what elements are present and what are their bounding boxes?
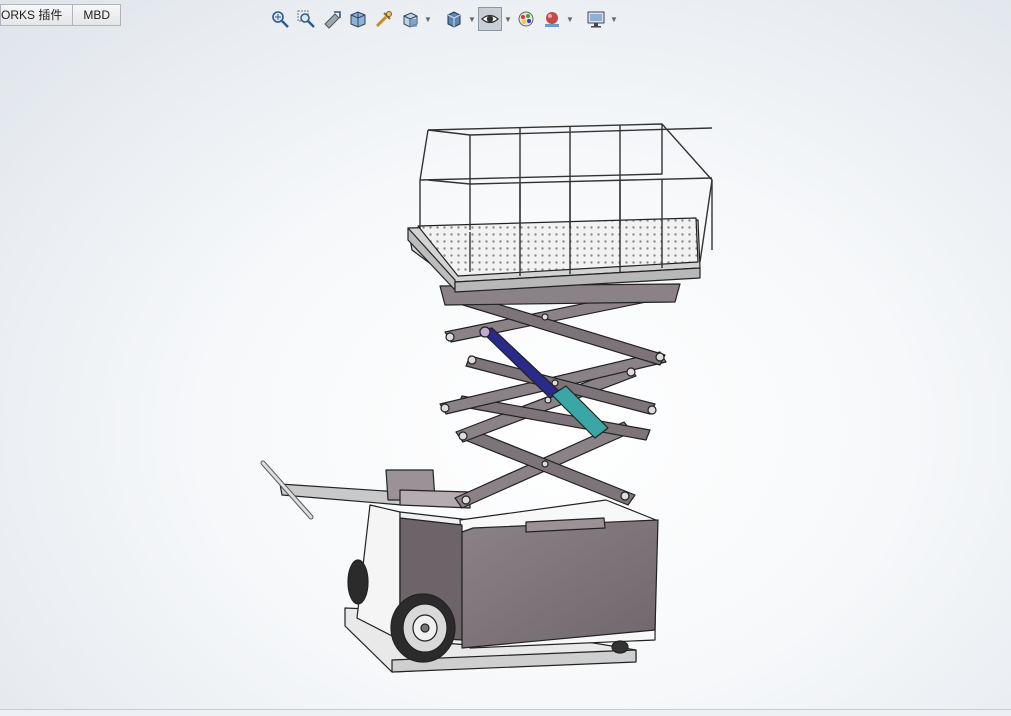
scissor-mechanism [439,291,667,509]
rear-wheel [347,559,369,605]
top-platform [407,217,701,306]
tow-handle [260,460,471,520]
graphics-area-bottom-border [0,709,1011,716]
graphics-area[interactable] [0,26,1011,710]
caster-wheel [611,640,629,654]
tab-solidworks-addins[interactable]: ORKS 插件 [0,4,74,26]
scissor-lift-model[interactable] [260,123,713,673]
tab-mbd[interactable]: MBD [72,4,122,26]
front-wheel [390,593,456,663]
command-manager-tabs: ORKS 插件 MBD [0,4,122,26]
